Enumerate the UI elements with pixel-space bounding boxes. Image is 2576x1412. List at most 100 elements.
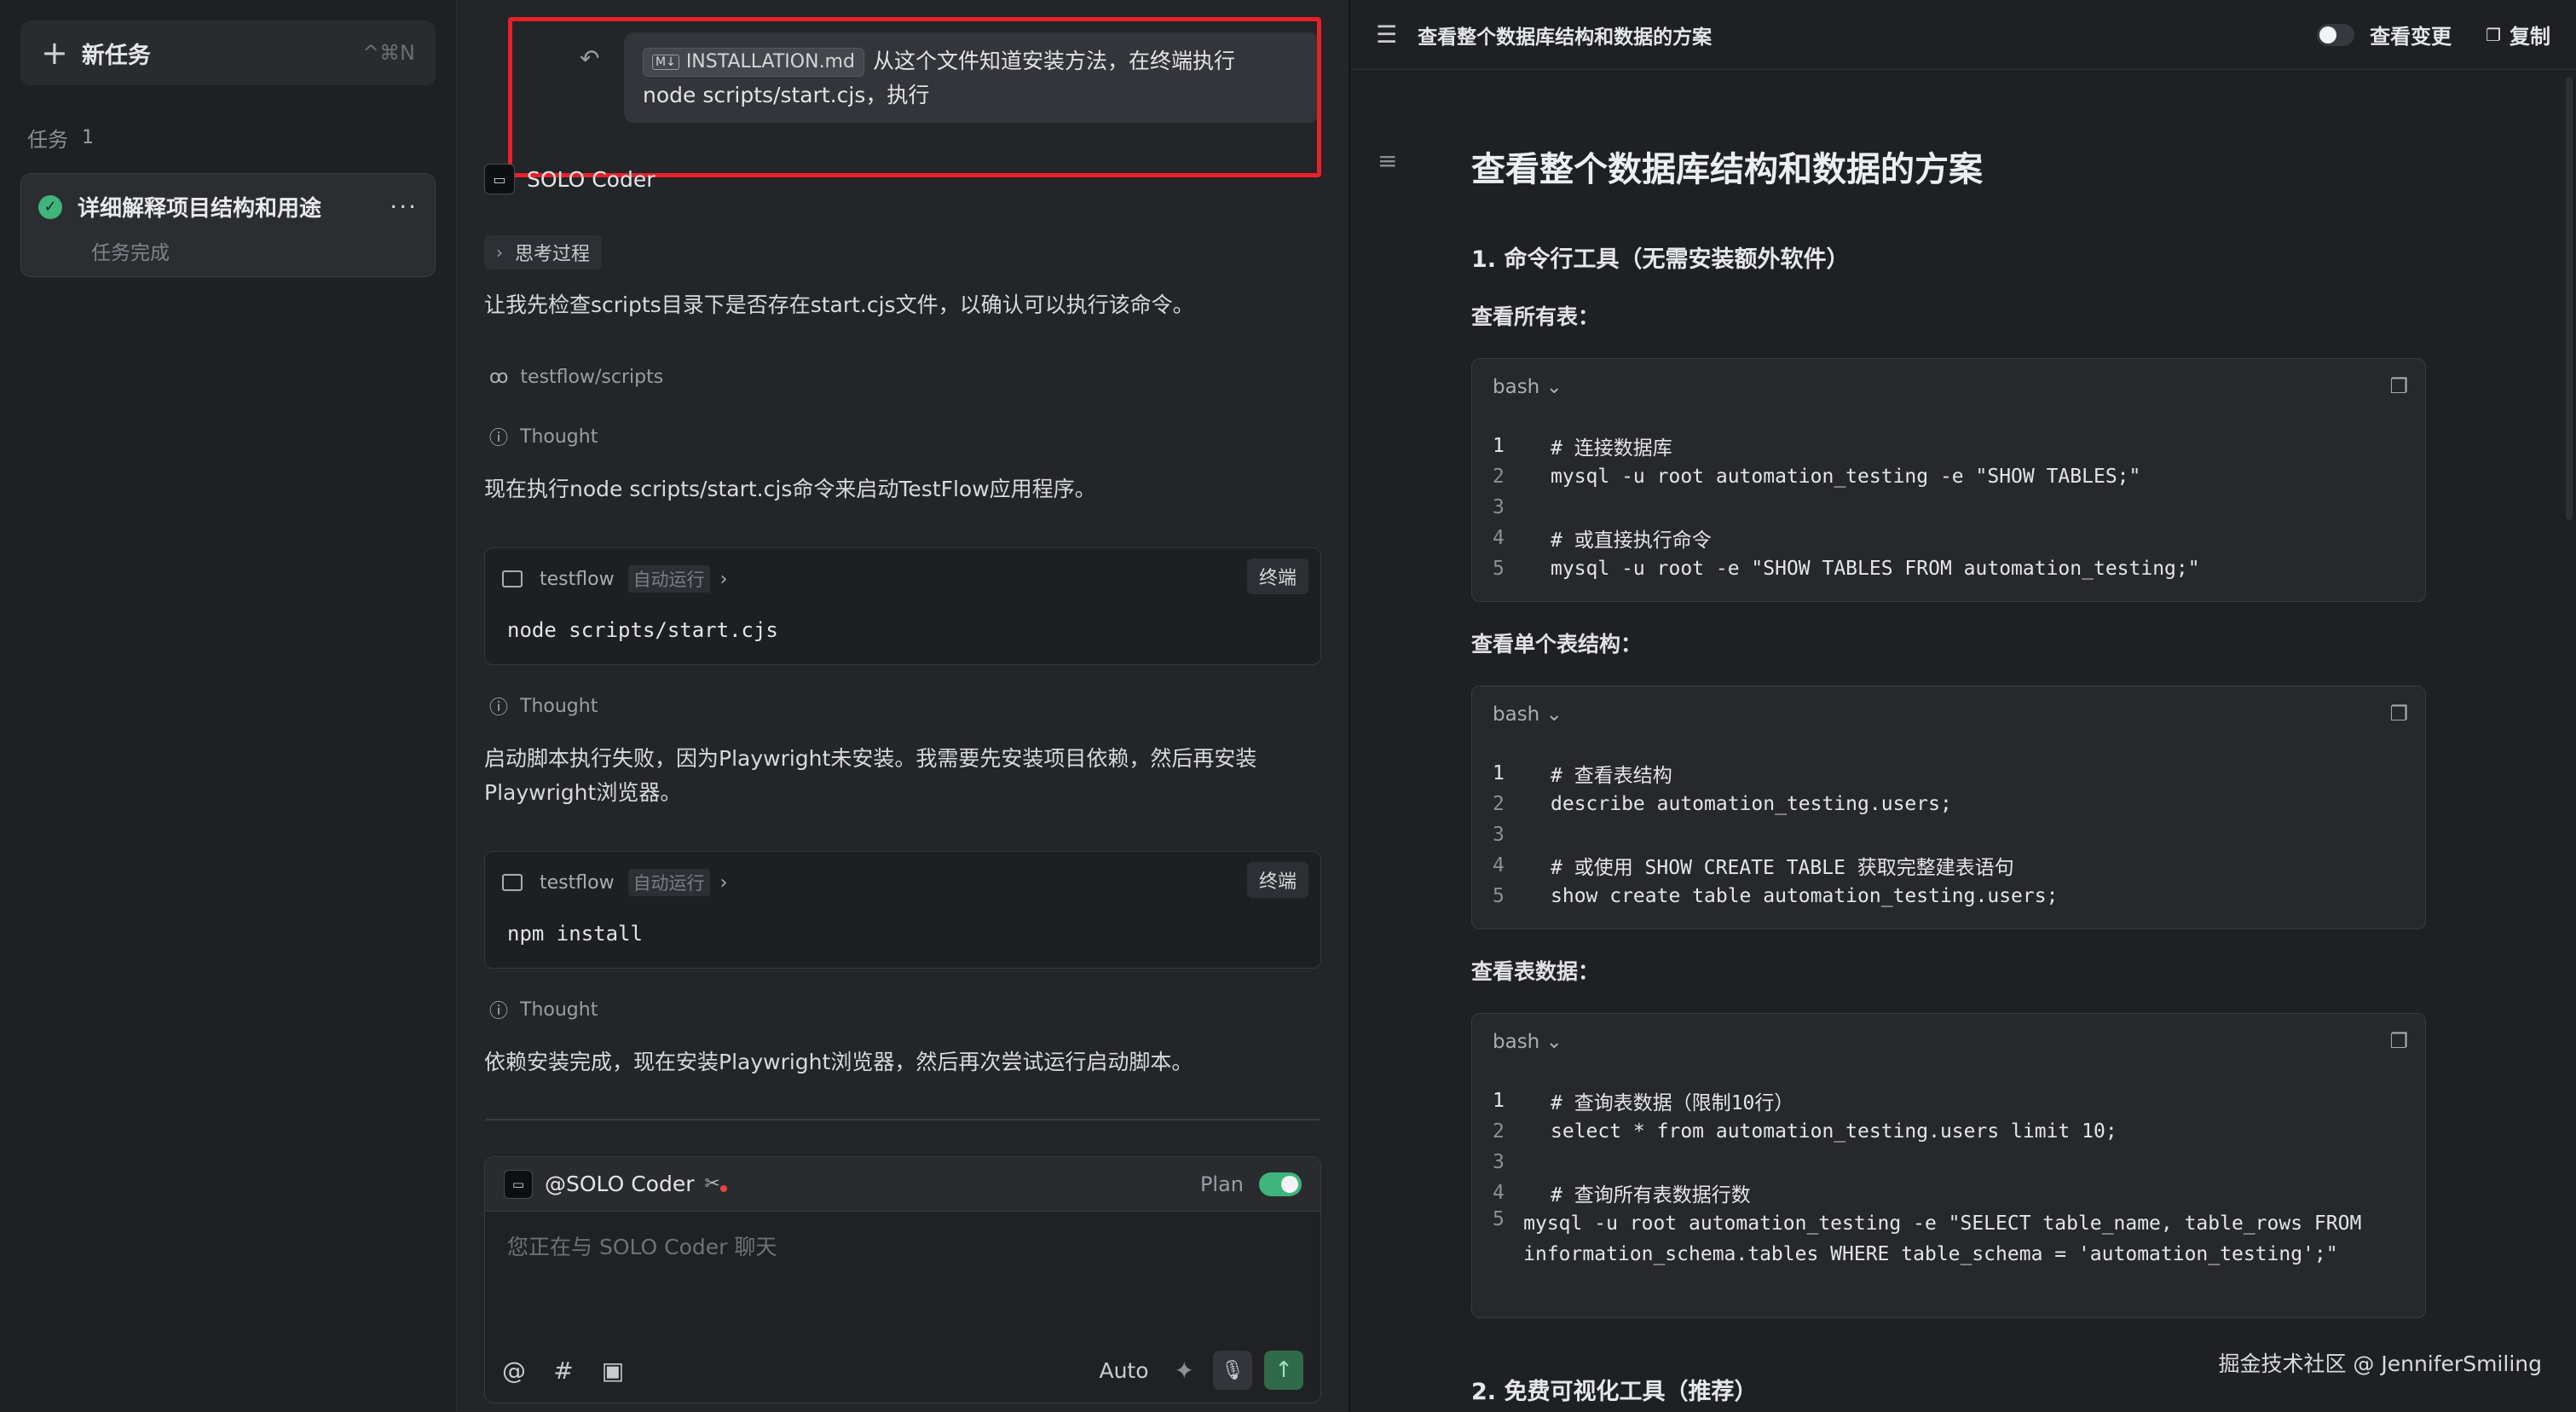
document-title: 查看整个数据库结构和数据的方案: [1471, 150, 1983, 189]
task-item[interactable]: ✓ 详细解释项目结构和用途 ··· 任务完成: [20, 173, 436, 277]
code-text: describe automation_testing.users;: [1551, 793, 1952, 815]
code-line: 3: [1493, 819, 2408, 850]
auto-run-badge-2: 自动运行: [627, 869, 710, 896]
line-number: 4: [1493, 854, 1505, 877]
copy-code-icon[interactable]: ❐: [2389, 374, 2408, 398]
open-terminal-button-2[interactable]: 终端: [1246, 862, 1308, 898]
code-text: # 或直接执行命令: [1551, 530, 1712, 552]
info-icon: ⓘ: [489, 697, 509, 719]
file-chip-label: INSTALLATION.md: [685, 51, 855, 72]
code-language-select[interactable]: bash ⌄: [1493, 376, 1562, 398]
plan-toggle[interactable]: [1259, 1172, 1302, 1196]
sidebar: + 新任务 ^⌘N 任务 1 ✓ 详细解释项目结构和用途 ··· 任务完成: [0, 0, 457, 1412]
code-language-select[interactable]: bash ⌄: [1493, 703, 1562, 726]
copy-code-icon[interactable]: ❐: [2389, 1029, 2408, 1053]
code-lines-1: 1 # 连接数据库 2 mysql -u root automation_testin…: [1493, 431, 2408, 584]
new-task-button[interactable]: + 新任务 ^⌘N: [20, 20, 436, 85]
sparkle-icon[interactable]: ✦: [1175, 1357, 1194, 1385]
code-text: mysql -u root automation_testing -e "SEL…: [1523, 1212, 2374, 1265]
code-text: # 查询表数据（限制10行）: [1551, 1092, 1794, 1114]
line-number: 5: [1493, 885, 1505, 907]
section-heading-2: 2. 免费可视化工具（推荐）: [1471, 1379, 1758, 1405]
code-text: mysql -u root -e "SHOW TABLES FROM autom…: [1551, 558, 2200, 580]
microphone-icon[interactable]: 🎙: [1213, 1351, 1252, 1390]
info-icon: ⓘ: [489, 428, 509, 449]
command-card-2: testflow 自动运行 › 终端 npm install: [484, 851, 1321, 969]
code-line: 1 # 查看表结构: [1493, 758, 2408, 789]
undo-icon[interactable]: ↶: [580, 44, 599, 72]
assistant-text-4: 依赖安装完成，现在安装Playwright浏览器，然后再次尝试运行启动脚本。: [484, 1050, 1193, 1074]
send-button[interactable]: ↑: [1264, 1351, 1303, 1390]
subheading-all-tables: 查看所有表：: [1471, 304, 1600, 329]
copy-code-icon[interactable]: ❐: [2389, 702, 2408, 726]
assistant-text-3-line1: 启动脚本执行失败，因为Playwright未安装。我需要先安装项目依赖，然后再安…: [484, 746, 1257, 771]
line-number: 4: [1493, 1182, 1505, 1204]
code-text: show create table automation_testing.use…: [1551, 885, 2059, 907]
code-text: mysql -u root automation_testing -e "SHO…: [1551, 466, 2141, 488]
browse-folder-line[interactable]: ꝏ testflow/scripts: [489, 367, 663, 388]
line-number: 2: [1493, 793, 1505, 815]
more-options-icon[interactable]: ···: [390, 193, 418, 221]
chat-scroll-edge: [484, 1119, 1321, 1122]
chevron-right-icon: ›: [496, 242, 503, 263]
code-line: 2 select * from automation_testing.users …: [1493, 1116, 2408, 1147]
code-line: 5 mysql -u root automation_testing -e "SE…: [1493, 1208, 2408, 1270]
outline-icon[interactable]: ≡: [1378, 147, 1397, 175]
browse-path: testflow/scripts: [520, 367, 664, 388]
task-section-header: 任务 1: [20, 123, 436, 153]
thought-line-1[interactable]: ⓘ Thought: [489, 423, 598, 450]
chat-input[interactable]: 您正在与 SOLO Coder 聊天: [507, 1230, 777, 1261]
agent-header: ▭ SOLO Coder: [484, 164, 656, 194]
code-block-3: bash ⌄ ❐ 1 # 查询表数据（限制10行） 2 select * from a…: [1471, 1013, 2426, 1318]
model-select[interactable]: Auto: [1099, 1358, 1148, 1383]
code-language-select[interactable]: bash ⌄: [1493, 1031, 1562, 1053]
line-number: 4: [1493, 527, 1505, 549]
code-block-2: bash ⌄ ❐ 1 # 查看表结构 2 describe automation_te…: [1471, 686, 2426, 929]
command-card-1: testflow 自动运行 › 终端 node scripts/start.cj…: [484, 547, 1321, 665]
line-number: 3: [1493, 496, 1505, 518]
command-text-2: npm install: [507, 922, 643, 946]
new-task-label: 新任务: [81, 42, 151, 69]
input-header: ▭ @SOLO Coder ✂ Plan: [485, 1157, 1320, 1212]
assistant-text-3-line2: Playwright浏览器。: [484, 780, 682, 805]
code-text: # 连接数据库: [1551, 437, 1672, 460]
hashtag-icon[interactable]: #: [552, 1357, 575, 1385]
command-text-1: node scripts/start.cjs: [507, 618, 778, 642]
agent-mention[interactable]: @SOLO Coder: [545, 1172, 695, 1196]
plus-icon: +: [41, 34, 68, 72]
image-icon[interactable]: ▣: [601, 1357, 625, 1385]
thought-label-3: Thought: [520, 998, 598, 1021]
line-number: 3: [1493, 1151, 1505, 1173]
watermark-text: 掘金技术社区 @ JenniferSmiling: [2218, 1351, 2542, 1376]
code-line: 1 # 查询表数据（限制10行）: [1493, 1085, 2408, 1116]
user-message-line2: node scripts/start.cjs，执行: [643, 83, 930, 107]
markdown-file-icon: M↓: [652, 55, 679, 70]
at-mention-icon[interactable]: @: [502, 1357, 526, 1385]
code-line: 2 describe automation_testing.users;: [1493, 789, 2408, 819]
code-block-1: bash ⌄ ❐ 1 # 连接数据库 2 mysql -u root automati…: [1471, 358, 2426, 602]
terminal-icon: [502, 874, 523, 891]
line-number: 2: [1493, 1120, 1505, 1143]
thought-line-2[interactable]: ⓘ Thought: [489, 692, 598, 720]
user-message-bubble: M↓ INSTALLATION.md 从这个文件知道安装方法，在终端执行 nod…: [624, 32, 1319, 123]
code-line: 1 # 连接数据库: [1493, 431, 2408, 461]
chat-input-box: ▭ @SOLO Coder ✂ Plan 您正在与 SOLO Coder 聊天 …: [484, 1156, 1321, 1403]
assistant-text-2: 现在执行node scripts/start.cjs命令来启动TestFlow应…: [484, 477, 1096, 501]
tools-icon[interactable]: ✂: [705, 1173, 727, 1195]
code-line: 2 mysql -u root automation_testing -e "SH…: [1493, 461, 2408, 492]
chevron-right-icon[interactable]: ›: [720, 569, 728, 590]
line-number: 1: [1493, 762, 1505, 784]
task-section-label: 任务: [27, 128, 68, 152]
thought-label-1: Thought: [520, 425, 598, 448]
open-terminal-button-1[interactable]: 终端: [1246, 558, 1308, 594]
task-title: 详细解释项目结构和用途: [78, 196, 322, 222]
user-message-line1: 从这个文件知道安装方法，在终端执行: [872, 49, 1235, 73]
terminal-icon: [502, 570, 523, 587]
input-toolbar: @ # ▣ Auto ✦ 🎙 ↑: [502, 1350, 1303, 1391]
chevron-right-icon[interactable]: ›: [720, 872, 728, 894]
thinking-process-toggle[interactable]: › 思考过程: [484, 235, 603, 269]
code-line: 4 # 或直接执行命令: [1493, 523, 2408, 553]
thought-line-3[interactable]: ⓘ Thought: [489, 996, 598, 1023]
file-reference-chip[interactable]: M↓ INSTALLATION.md: [643, 48, 864, 77]
line-number: 5: [1493, 1208, 1505, 1230]
